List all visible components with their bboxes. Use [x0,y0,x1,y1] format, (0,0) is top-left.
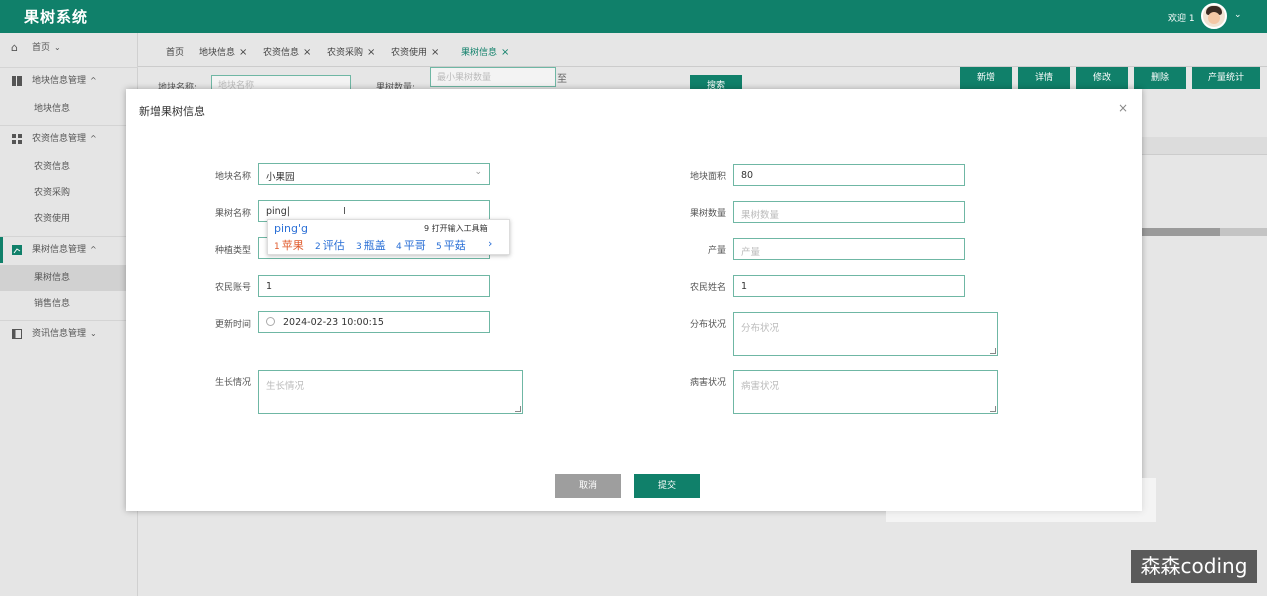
plot-name-select[interactable]: 小果园 ⌄ [258,163,490,185]
farmer-account-label: 农民账号 [214,283,251,293]
ime-candidate-popup: ping'g 9 打开输入工具箱 1 苹果 2 评估 3 瓶盖 4 平哥 5 平菇 › [267,219,510,255]
avatar[interactable] [1201,3,1227,29]
overlay-highlight [886,478,1156,522]
clock-icon [266,317,275,326]
add-tree-dialog: 新增果树信息 × 地块名称 小果园 ⌄ 果树名称 ping| I 种植类型 农民账号… [126,89,1142,511]
tree-name-label: 果树名称 [214,209,251,219]
close-icon[interactable]: × [239,47,247,58]
close-icon[interactable]: × [431,47,439,58]
sidebar-item-supply-purchase[interactable]: 农资采购 [0,180,138,206]
top-bar: 果树系统 欢迎 1 ⌄ [0,0,1267,33]
submit-button[interactable]: 提交 [634,474,700,498]
plant-type-label: 种植类型 [214,246,251,256]
update-time-picker[interactable]: 2024-02-23 10:00:15 [258,311,490,333]
tab-bar: 首页 地块信息 × 农资信息 × 农资采购 × 农资使用 × 果树信息 × [138,33,1267,67]
sidebar-item-sales-info[interactable]: 销售信息 [0,291,138,317]
home-icon: ⌂ [11,41,18,54]
sidebar-item-home[interactable]: ⌂ 首页 ⌄ [0,35,138,61]
sidebar-item-supply-usage[interactable]: 农资使用 [0,206,138,232]
tab-tree-info[interactable]: 果树信息 × [461,45,509,58]
tree-count-label: 果树数量 [689,209,726,219]
count-min-input[interactable]: 最小果树数量 [430,67,556,87]
scrollbar-thumb[interactable] [1140,228,1220,236]
scrollbar-track[interactable] [1220,228,1267,236]
chevron-down-icon: ⌄ [474,167,482,177]
disease-label: 病害状况 [689,378,726,388]
close-icon[interactable]: × [367,47,375,58]
sidebar-group-supplies[interactable]: 农资信息管理 ^ [0,125,138,151]
sidebar-item-plot-info[interactable]: 地块信息 [0,96,138,122]
ime-candidate[interactable]: 4 平哥 [396,237,426,253]
yield-label: 产量 [707,246,726,256]
yield-stats-button[interactable]: 产量统计 [1192,67,1260,89]
growth-textarea[interactable]: 生长情况 [258,370,523,414]
tab-supply-usage[interactable]: 农资使用 × [391,45,439,58]
ime-toolbox-link[interactable]: 9 打开输入工具箱 [424,223,488,234]
close-icon[interactable]: × [1118,101,1128,115]
plot-area-label: 地块面积 [689,172,726,182]
chart-icon [12,245,22,255]
ime-candidate[interactable]: 3 瓶盖 [356,237,386,253]
tab-supply-info[interactable]: 农资信息 × [263,45,311,58]
welcome-text: 欢迎 1 [1168,14,1195,24]
tab-supply-purchase[interactable]: 农资采购 × [327,45,375,58]
sidebar: ⌂ 首页 ⌄ 地块信息管理 ^ 地块信息 农资信息管理 ^ 农资信息 农资采购 农资使… [0,33,138,596]
close-icon[interactable]: × [501,47,509,58]
distribution-label: 分布状况 [689,320,726,330]
growth-label: 生长情况 [214,378,251,388]
cancel-button[interactable]: 取消 [555,474,621,498]
panel-icon [12,329,22,339]
table-header [1140,137,1267,155]
resize-handle-icon[interactable] [990,348,996,354]
plot-area-input[interactable]: 80 [733,164,965,186]
distribution-textarea[interactable]: 分布状况 [733,312,998,356]
edit-button[interactable]: 修改 [1076,67,1128,89]
resize-handle-icon[interactable] [515,406,521,412]
sidebar-item-tree-info[interactable]: 果树信息 [0,265,138,291]
app-title: 果树系统 [24,8,89,26]
farmer-name-label: 农民姓名 [689,283,726,293]
plot-name-label: 地块名称 [214,172,251,182]
farmer-account-input[interactable]: 1 [258,275,490,297]
tab-home[interactable]: 首页 [166,45,184,58]
dialog-title: 新增果树信息 [139,105,205,118]
close-icon[interactable]: × [303,47,311,58]
update-time-label: 更新时间 [214,320,251,330]
tree-count-input[interactable]: 果树数量 [733,201,965,223]
ime-candidate[interactable]: 5 平菇 [436,237,466,253]
ime-candidate[interactable]: 1 苹果 [274,237,304,253]
detail-button[interactable]: 详情 [1018,67,1070,89]
sidebar-group-tree[interactable]: 果树信息管理 ^ [0,236,138,263]
chevron-down-icon[interactable]: ⌄ [1234,10,1242,20]
farmer-name-input[interactable]: 1 [733,275,965,297]
ime-candidate[interactable]: 2 评估 [315,237,345,253]
ime-composition: ping'g [274,222,308,235]
yield-input[interactable]: 产量 [733,238,965,260]
sidebar-group-plot[interactable]: 地块信息管理 ^ [0,67,138,93]
text-cursor-icon: I [343,206,346,217]
disease-textarea[interactable]: 病害状况 [733,370,998,414]
sidebar-item-supply-info[interactable]: 农资信息 [0,154,138,180]
sidebar-group-news[interactable]: 资讯信息管理 ⌄ [0,320,138,346]
resize-handle-icon[interactable] [990,406,996,412]
tab-plot-info[interactable]: 地块信息 × [199,45,247,58]
delete-button[interactable]: 删除 [1134,67,1186,89]
watermark: 森森coding [1131,550,1257,583]
grid-icon [12,134,22,144]
add-button[interactable]: 新增 [960,67,1012,89]
range-separator: 至 [557,74,567,85]
book-icon [12,76,22,86]
ime-next-page-icon[interactable]: › [488,237,492,250]
